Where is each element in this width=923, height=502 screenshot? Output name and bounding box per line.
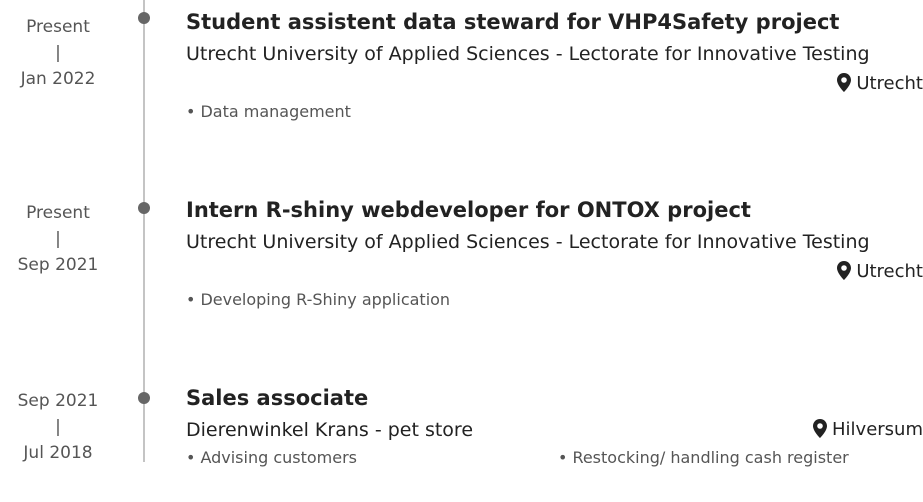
bullet-marker: • — [558, 448, 568, 467]
organization: Dierenwinkel Krans - pet store — [186, 419, 474, 441]
job-title: Student assistent data steward for VHP4S… — [186, 10, 840, 34]
location: Utrecht — [186, 259, 923, 285]
bullet-list: • Data management — [186, 100, 923, 124]
date-end: Present — [26, 17, 90, 37]
map-marker-icon — [813, 419, 828, 438]
bullet-item: • Data management — [186, 100, 923, 124]
date-separator: | — [55, 229, 61, 249]
entry-content: Sales associate Dierenwinkel Krans - pet… — [186, 384, 923, 496]
timeline-dot — [138, 12, 150, 24]
job-title: Sales associate — [186, 386, 369, 410]
bullet-marker: • — [186, 448, 196, 467]
timeline-dot — [138, 202, 150, 214]
map-marker-icon — [837, 73, 852, 92]
organization: Utrecht University of Applied Sciences -… — [186, 43, 870, 65]
bullet-list: • Developing R-Shiny application — [186, 288, 923, 312]
location: Utrecht — [186, 71, 923, 97]
bullet-text: Advising customers — [200, 448, 358, 467]
date-separator: | — [55, 43, 61, 63]
bullet-marker: • — [186, 290, 196, 309]
org-location-row: Dierenwinkel Krans - pet store Hilversum — [186, 416, 923, 446]
entry-content: Intern R-shiny webdeveloper for ONTOX pr… — [186, 196, 923, 312]
date-separator: | — [55, 417, 61, 437]
bullet-text: Restocking/ handling cash register — [572, 448, 849, 467]
bullet-text: Data management — [200, 102, 351, 121]
organization: Utrecht University of Applied Sciences -… — [186, 231, 870, 253]
job-title: Intern R-shiny webdeveloper for ONTOX pr… — [186, 198, 751, 222]
bullet-marker: • — [186, 102, 196, 121]
bullet-text: Developing R-Shiny application — [200, 290, 451, 309]
date-start: Jul 2018 — [23, 443, 93, 463]
date-start: Jan 2022 — [20, 69, 96, 89]
bullet-item: • Developing R-Shiny application — [186, 288, 923, 312]
map-marker-icon — [837, 261, 852, 280]
location-label: Utrecht — [856, 261, 923, 282]
bullet-item: • Restocking/ handling cash register — [558, 446, 858, 470]
timeline-dot — [138, 392, 150, 404]
entry-content: Student assistent data steward for VHP4S… — [186, 8, 923, 124]
location: Hilversum — [813, 417, 923, 443]
date-start: Sep 2021 — [17, 255, 99, 275]
experience-timeline: Present | Jan 2022 Student assistent dat… — [0, 0, 923, 502]
location-label: Utrecht — [856, 73, 923, 94]
bullet-list: • Advising customers • Restocking/ handlin… — [186, 446, 923, 496]
entry-dates: Present | Jan 2022 — [0, 14, 116, 92]
date-end: Present — [26, 203, 90, 223]
entry-dates: Present | Sep 2021 — [0, 200, 116, 278]
entry-dates: Sep 2021 | Jul 2018 — [0, 388, 116, 466]
date-end: Sep 2021 — [17, 391, 99, 411]
bullet-item: • Advising customers — [186, 446, 546, 470]
location-label: Hilversum — [832, 419, 923, 440]
